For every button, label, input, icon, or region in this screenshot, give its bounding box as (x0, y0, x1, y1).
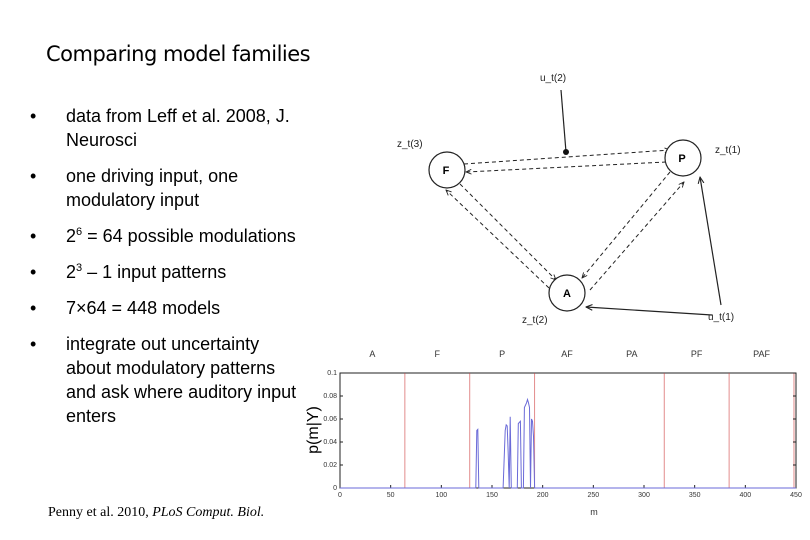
y-tick-label: 0.04 (323, 439, 337, 446)
y-tick-label: 0.06 (323, 416, 337, 423)
family-label: AF (561, 349, 573, 359)
family-label: P (499, 349, 505, 359)
y-axis-label: p(m|Y) (305, 406, 322, 454)
x-tick-label: 150 (486, 492, 498, 499)
x-tick-label: 0 (338, 492, 342, 499)
plot-area (339, 372, 797, 489)
y-tick-label: 0.08 (323, 393, 337, 400)
family-label: A (369, 349, 375, 359)
y-tick-label: 0.1 (327, 370, 337, 377)
x-tick-label: 200 (537, 492, 549, 499)
y-tick-label: 0.02 (323, 462, 337, 469)
family-label: PF (691, 349, 703, 359)
x-tick-label: 350 (689, 492, 701, 499)
posterior-chart: A F P AF PA PF PAF0 50 100 150 200 250 300 350 400 4500… (305, 349, 802, 517)
x-tick-label: 400 (739, 492, 751, 499)
family-label: F (435, 349, 441, 359)
x-tick-label: 250 (587, 492, 599, 499)
family-label: PAF (753, 349, 770, 359)
y-tick-label: 0 (333, 485, 337, 492)
x-tick-label: 100 (435, 492, 447, 499)
x-tick-label: 450 (790, 492, 802, 499)
x-tick-label: 300 (638, 492, 650, 499)
family-label: PA (626, 349, 637, 359)
x-axis-label: m (590, 507, 598, 517)
x-tick-label: 50 (387, 492, 395, 499)
